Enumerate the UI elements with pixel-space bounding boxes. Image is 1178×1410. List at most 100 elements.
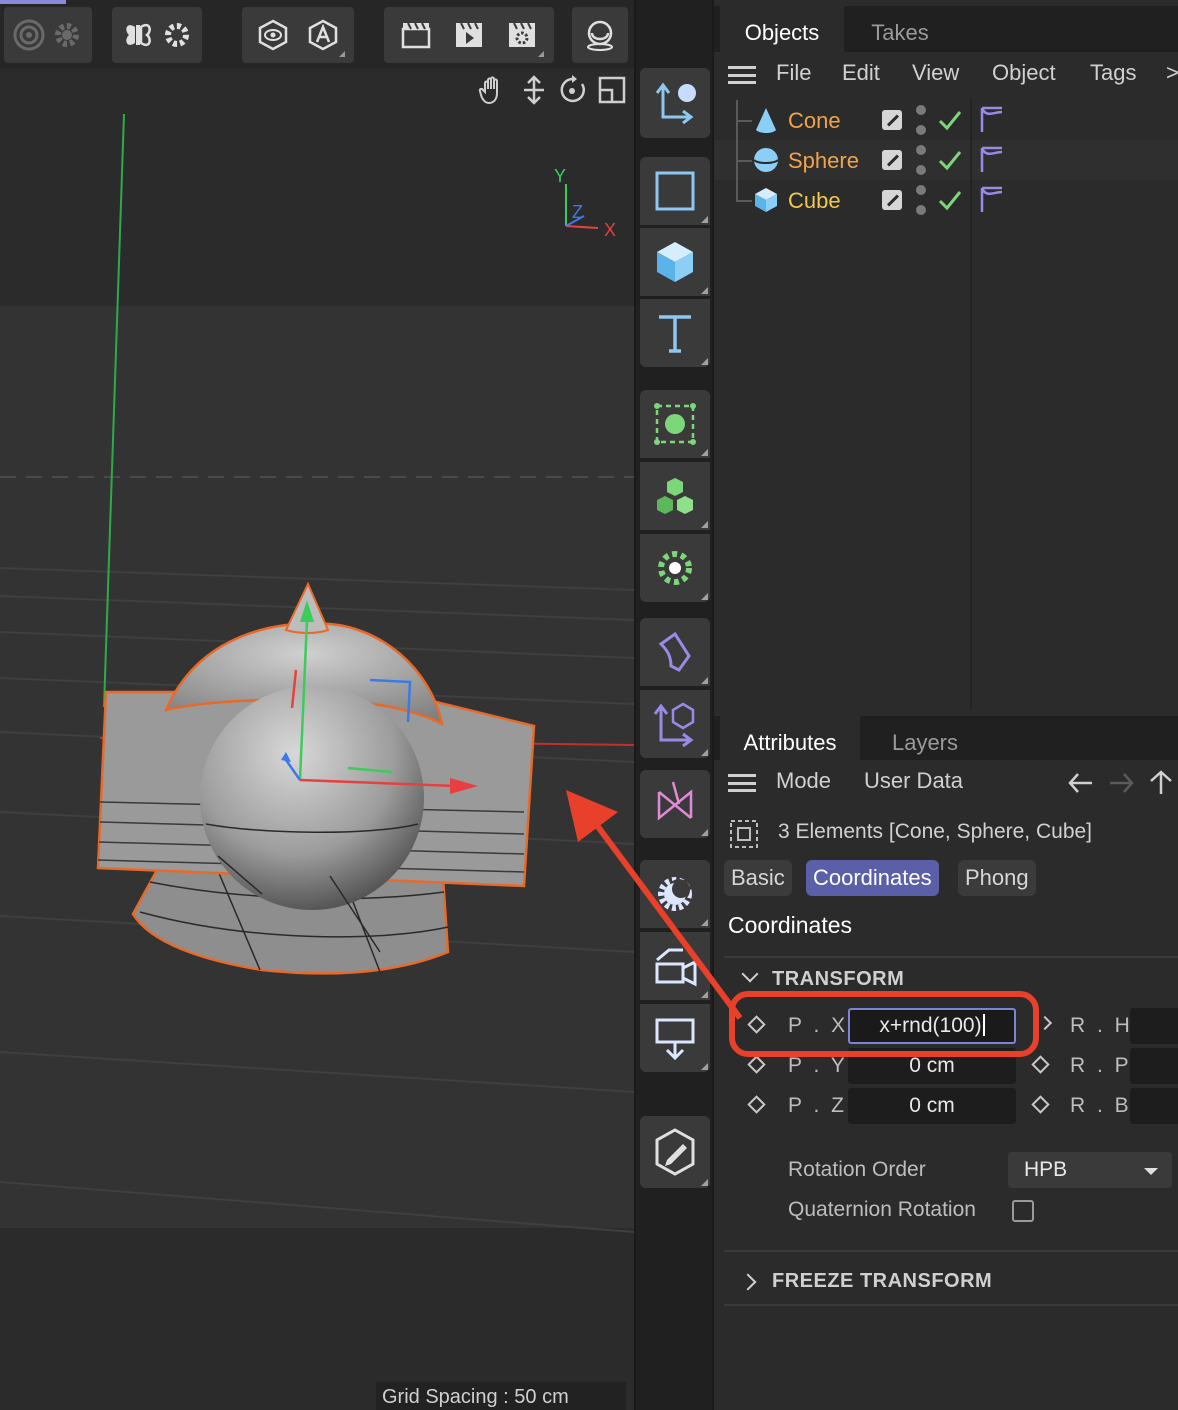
render-settings-icon[interactable] (501, 14, 544, 57)
tab-layers[interactable]: Layers (860, 716, 990, 764)
cloner-button[interactable] (640, 390, 710, 458)
null-square-icon (655, 171, 695, 211)
toolbar-group-snap (4, 7, 92, 63)
chevron-down-icon[interactable] (741, 965, 759, 983)
hamburger-menu-icon[interactable] (728, 774, 756, 792)
phong-tag-icon[interactable] (976, 104, 1006, 134)
3d-viewport[interactable]: Y Z X Grid Spacing : 50 cm (0, 68, 634, 1410)
edit-render-button[interactable] (640, 1116, 710, 1188)
forward-arrow-icon[interactable] (1106, 770, 1136, 796)
menu-object[interactable]: Object (992, 60, 1056, 86)
tab-phong[interactable]: Phong (958, 860, 1036, 896)
rb-input[interactable] (1130, 1088, 1178, 1124)
menu-edit[interactable]: Edit (842, 60, 880, 86)
tab-objects[interactable]: Objects (720, 6, 844, 54)
axis-x-label: X (604, 220, 616, 240)
keyframe-diamond-icon[interactable] (1037, 1015, 1053, 1031)
rh-input[interactable] (1130, 1008, 1178, 1044)
pz-label: P . Z (788, 1094, 847, 1117)
effector-button[interactable] (640, 534, 710, 602)
chevron-right-icon[interactable] (739, 1273, 757, 1291)
spline-button[interactable] (640, 770, 710, 838)
enabled-check-icon[interactable] (936, 186, 964, 214)
coordinate-system-tool[interactable] (640, 68, 710, 138)
mograph-cubes-button[interactable] (640, 462, 710, 530)
axis-lock-a-icon[interactable] (302, 14, 345, 57)
menu-file[interactable]: File (776, 60, 811, 86)
snap-settings-gear-icon[interactable] (48, 14, 86, 56)
editor-visibility-icon[interactable] (882, 110, 902, 130)
px-value[interactable]: x+rnd(100) (879, 1014, 981, 1037)
enabled-check-icon[interactable] (936, 106, 964, 134)
hexagon-pencil-icon (655, 1128, 695, 1176)
object-name[interactable]: Cube (788, 188, 841, 214)
rotation-order-dropdown[interactable]: HPB (1008, 1152, 1172, 1188)
symmetry-butterfly-icon[interactable] (118, 14, 157, 56)
tab-attributes[interactable]: Attributes (720, 716, 860, 764)
menu-overflow-chevron[interactable]: > (1166, 60, 1178, 86)
camera-button[interactable] (640, 932, 710, 1000)
pz-input[interactable]: 0 cm (848, 1088, 1016, 1124)
freeze-transform-header[interactable]: FREEZE TRANSFORM (772, 1270, 992, 1293)
enabled-check-icon[interactable] (936, 146, 964, 174)
editor-visibility-icon[interactable] (882, 190, 902, 210)
rotation-order-value: HPB (1024, 1158, 1068, 1181)
px-input[interactable]: x+rnd(100) (848, 1008, 1016, 1044)
keyframe-diamond-icon[interactable] (1031, 1055, 1050, 1074)
workplane-eye-icon[interactable] (252, 14, 294, 56)
visibility-dots-icon[interactable] (916, 185, 926, 215)
menu-mode[interactable]: Mode (776, 768, 831, 794)
snap-target-icon[interactable] (10, 14, 48, 56)
render-picture-viewer-icon[interactable] (448, 14, 490, 56)
up-arrow-icon[interactable] (1146, 768, 1176, 796)
scene-canvas[interactable]: Y Z X (0, 112, 634, 1272)
back-arrow-icon[interactable] (1066, 770, 1096, 796)
spot-light-icon (655, 1018, 695, 1061)
hierarchy-branch (736, 200, 752, 202)
keyframe-diamond-icon[interactable] (747, 1055, 766, 1074)
toggle-view-icon[interactable] (596, 74, 628, 106)
object-row-cube[interactable]: Cube (714, 180, 1178, 220)
phong-tag-icon[interactable] (976, 184, 1006, 214)
sphere-mesh[interactable] (200, 686, 424, 910)
py-input[interactable]: 0 cm (848, 1048, 1016, 1084)
quaternion-rotation-checkbox[interactable] (1012, 1200, 1034, 1222)
text-caret (982, 1014, 985, 1036)
menu-user-data[interactable]: User Data (864, 768, 963, 794)
null-object-button[interactable] (640, 157, 710, 225)
object-palette (634, 0, 712, 1410)
keyframe-diamond-icon[interactable] (747, 1015, 766, 1034)
visibility-dots-icon[interactable] (916, 105, 926, 135)
menu-view[interactable]: View (912, 60, 959, 86)
rp-input[interactable] (1130, 1048, 1178, 1084)
editor-visibility-icon[interactable] (882, 150, 902, 170)
render-view-clapper-icon[interactable] (395, 14, 437, 56)
rotate-camera-icon[interactable] (556, 74, 588, 106)
hamburger-menu-icon[interactable] (728, 66, 756, 84)
light-button[interactable] (640, 1004, 710, 1072)
object-row-cone[interactable]: Cone (714, 100, 1178, 140)
rp-label: R . P (1070, 1054, 1132, 1077)
visibility-dots-icon[interactable] (916, 145, 926, 175)
symmetry-settings-gear-icon[interactable] (157, 14, 196, 56)
object-name[interactable]: Sphere (788, 148, 859, 174)
deformer-button[interactable] (640, 618, 710, 686)
object-row-sphere[interactable]: Sphere (714, 140, 1178, 180)
environment-button[interactable] (640, 860, 710, 928)
right-dock: Objects Takes File Edit View Object Tags… (712, 0, 1178, 1410)
phong-tag-icon[interactable] (976, 144, 1006, 174)
cube-object-button[interactable] (640, 228, 710, 296)
field-axis-button[interactable] (640, 690, 710, 758)
menu-tags[interactable]: Tags (1090, 60, 1136, 86)
move-camera-icon[interactable] (518, 74, 550, 106)
tab-takes[interactable]: Takes (844, 6, 956, 54)
keyframe-diamond-icon[interactable] (747, 1095, 766, 1114)
tab-coordinates[interactable]: Coordinates (806, 860, 939, 896)
transform-group-header[interactable]: TRANSFORM (772, 968, 904, 991)
text-object-button[interactable] (640, 299, 710, 367)
viewport-solo-icon[interactable] (579, 14, 621, 56)
pan-hand-icon[interactable] (476, 74, 508, 106)
object-name[interactable]: Cone (788, 108, 841, 134)
keyframe-diamond-icon[interactable] (1031, 1095, 1050, 1114)
tab-basic[interactable]: Basic (724, 860, 792, 896)
